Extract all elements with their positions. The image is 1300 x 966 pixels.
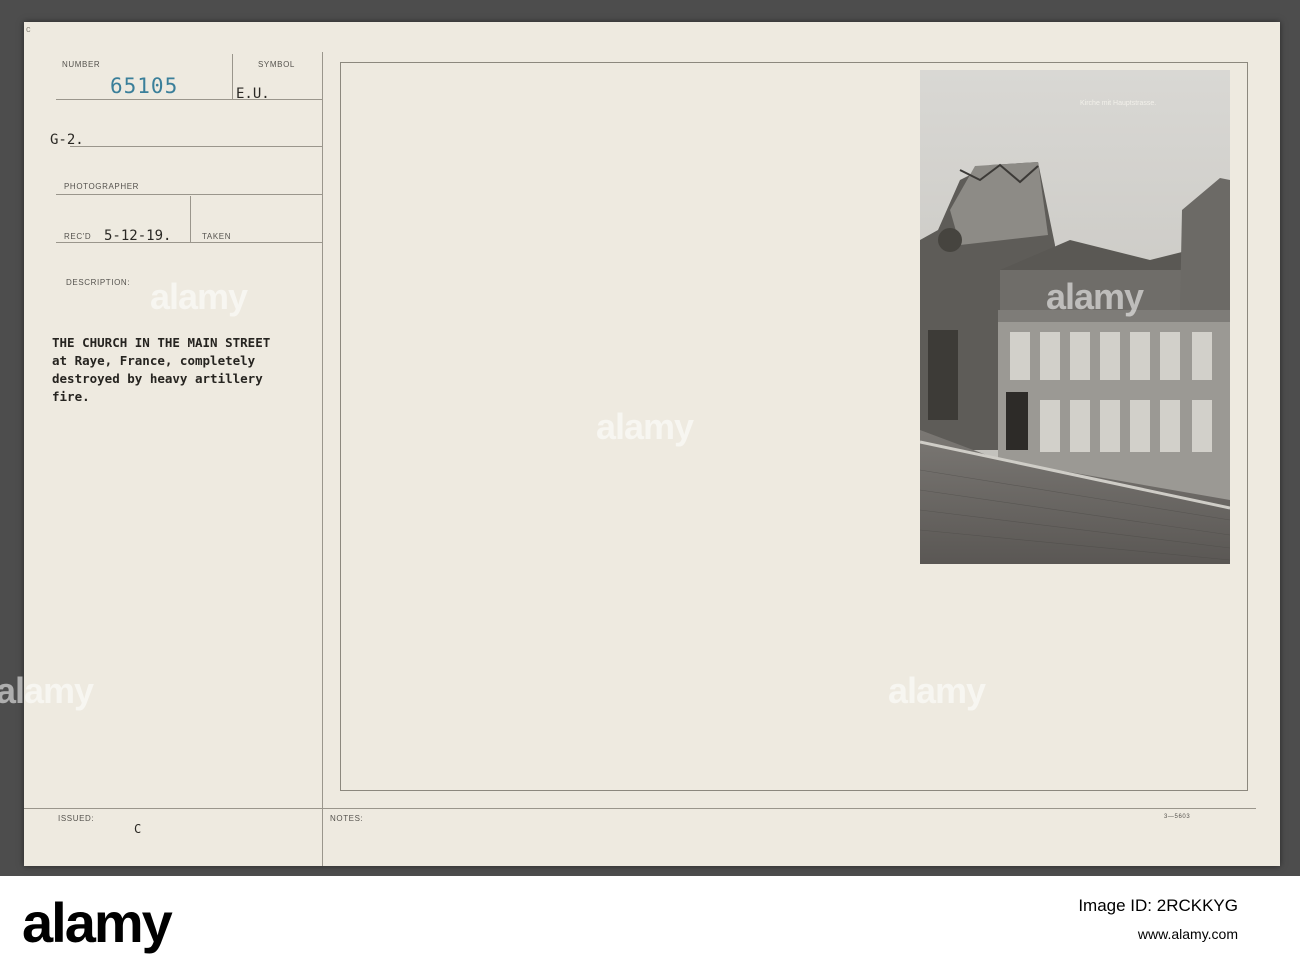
record-number: 65105 bbox=[110, 74, 179, 98]
alamy-logo: alamy bbox=[22, 891, 173, 954]
photographer-label: PHOTOGRAPHER bbox=[64, 182, 140, 191]
corner-mark: c bbox=[26, 24, 32, 34]
image-id: Image ID: 2RCKKYG bbox=[1078, 896, 1238, 915]
number-rule bbox=[56, 99, 322, 100]
ruined-church-street-image bbox=[920, 70, 1230, 564]
notes-label: NOTES: bbox=[330, 814, 364, 823]
issued-label: ISSUED: bbox=[58, 814, 95, 823]
stock-footer: alamy Image ID: 2RCKKYG www.alamy.com bbox=[0, 876, 1300, 966]
number-label: NUMBER bbox=[62, 60, 101, 69]
recd-label: REC'D bbox=[64, 232, 92, 241]
site-url[interactable]: www.alamy.com bbox=[1138, 926, 1238, 942]
record-card: c NUMBER SYMBOL 65105 E.U. G-2. PHOTOGRA… bbox=[24, 22, 1280, 866]
column-divider bbox=[322, 52, 323, 866]
bottom-rule bbox=[24, 808, 1256, 809]
symbol-divider bbox=[232, 54, 233, 100]
archival-card-scan: c NUMBER SYMBOL 65105 E.U. G-2. PHOTOGRA… bbox=[0, 0, 1300, 876]
description-label: DESCRIPTION: bbox=[66, 278, 131, 287]
description-text: THE CHURCH IN THE MAIN STREET at Raye, F… bbox=[52, 335, 271, 404]
unit-rule bbox=[70, 146, 322, 147]
symbol-label: SYMBOL bbox=[258, 60, 295, 69]
mounted-photograph: Kirche mit Hauptstrasse. bbox=[920, 70, 1230, 564]
photographer-rule bbox=[56, 194, 322, 195]
recd-rule bbox=[56, 242, 322, 243]
taken-label: TAKEN bbox=[202, 232, 232, 241]
taken-divider bbox=[190, 196, 191, 242]
form-code: 3—5603 bbox=[1164, 814, 1191, 820]
issued-value: C bbox=[134, 822, 142, 836]
photo-caption: Kirche mit Hauptstrasse. bbox=[1080, 100, 1157, 107]
